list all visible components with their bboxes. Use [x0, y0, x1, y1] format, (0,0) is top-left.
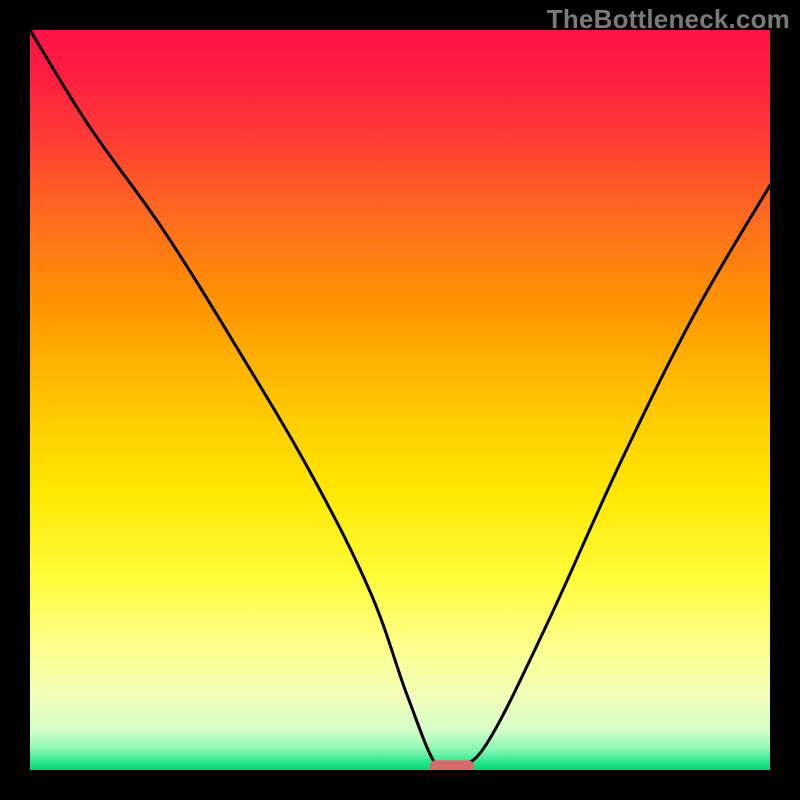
chart-svg [30, 30, 770, 770]
chart-frame: TheBottleneck.com [0, 0, 800, 800]
gradient-background [30, 30, 770, 770]
optimal-zone-marker [430, 760, 474, 770]
plot-area [30, 30, 770, 770]
watermark-text: TheBottleneck.com [547, 4, 790, 35]
